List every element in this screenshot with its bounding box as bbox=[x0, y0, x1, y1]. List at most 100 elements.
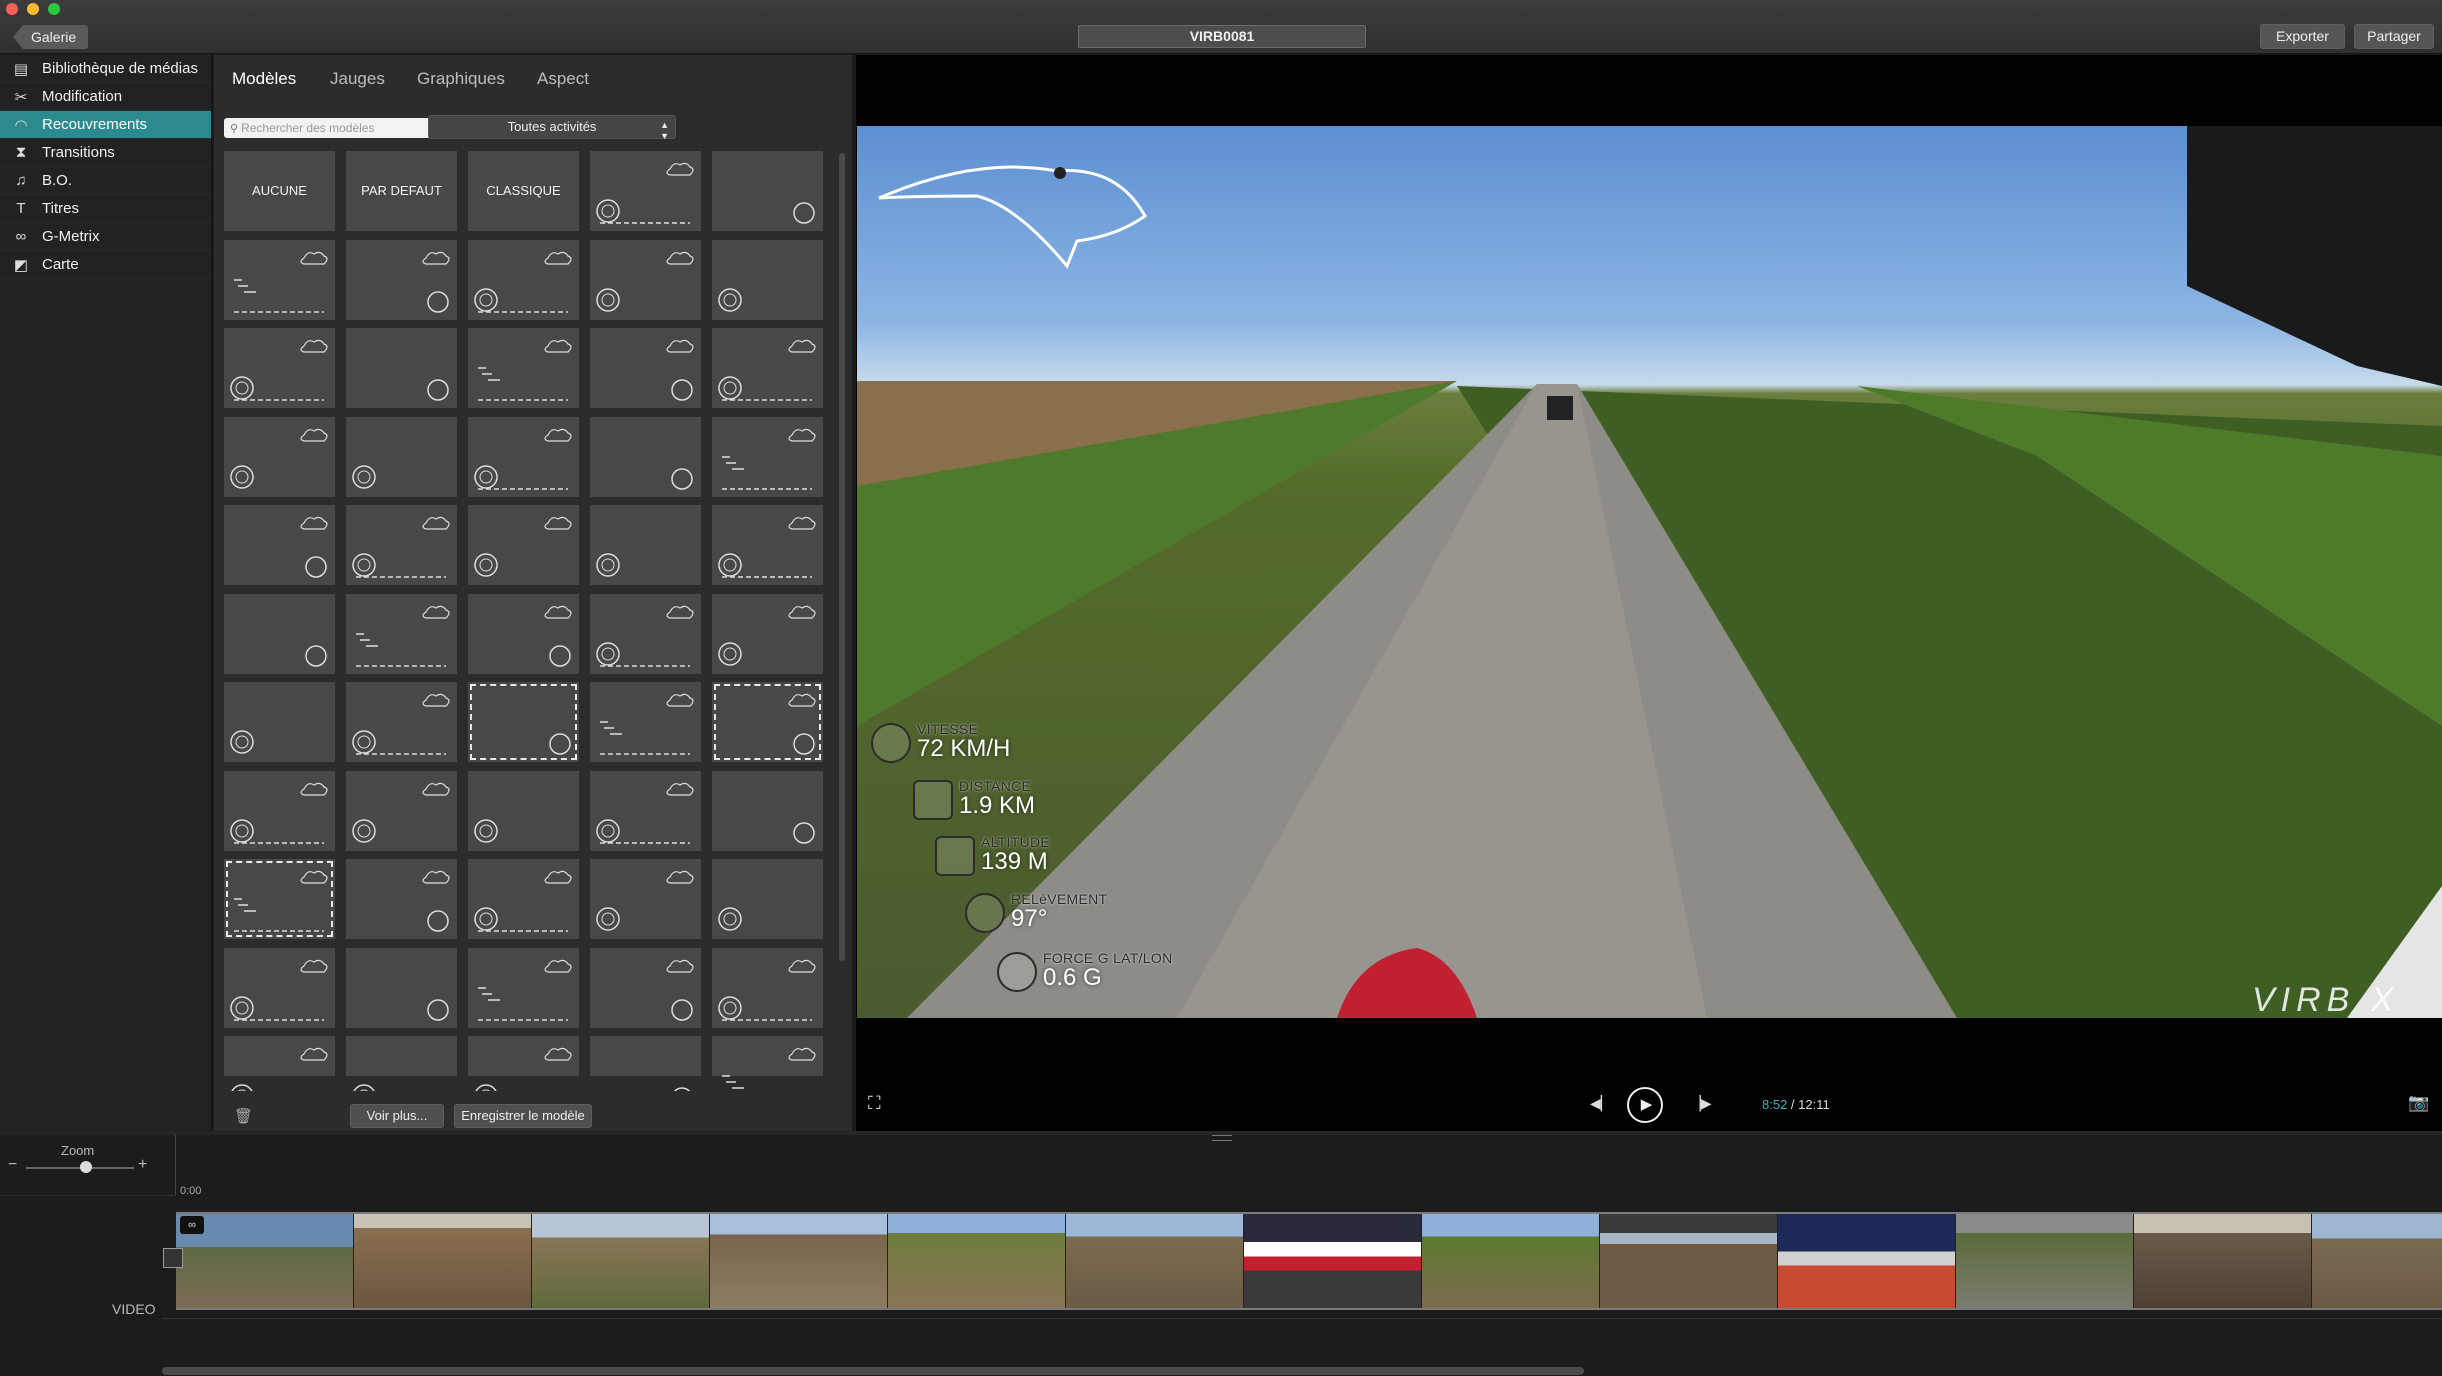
template-tile[interactable] bbox=[590, 239, 701, 320]
template-tile[interactable] bbox=[346, 416, 457, 497]
template-tile[interactable] bbox=[468, 859, 579, 939]
template-tile[interactable] bbox=[712, 239, 823, 320]
camera-icon[interactable]: 📷 bbox=[2408, 1093, 2429, 1113]
clip-trim-handle[interactable] bbox=[163, 1248, 183, 1268]
save-template-button[interactable]: Enregistrer le modèle bbox=[454, 1104, 592, 1128]
gps-track-overlay bbox=[878, 165, 1147, 269]
tab-appearance[interactable]: Aspect bbox=[537, 69, 589, 89]
template-tile[interactable] bbox=[346, 328, 457, 408]
see-more-button[interactable]: Voir plus... bbox=[350, 1104, 444, 1128]
template-search-input[interactable] bbox=[241, 121, 422, 135]
template-tile[interactable] bbox=[590, 151, 701, 231]
template-tile[interactable] bbox=[346, 593, 457, 674]
zoom-out-button[interactable]: − bbox=[8, 1156, 17, 1174]
document-title-field[interactable]: VIRB0081 bbox=[1078, 25, 1366, 48]
sidebar-item-overlays[interactable]: ◠ Recouvrements bbox=[0, 111, 211, 139]
template-tile[interactable] bbox=[712, 593, 823, 674]
template-tile[interactable] bbox=[346, 770, 457, 851]
trash-icon[interactable]: 🗑 bbox=[234, 1107, 253, 1125]
sidebar-item-media-library[interactable]: ▤ Bibliothèque de médias bbox=[0, 55, 211, 83]
template-tile[interactable] bbox=[468, 770, 579, 851]
template-tile[interactable] bbox=[712, 151, 823, 231]
template-tile[interactable] bbox=[590, 947, 701, 1028]
sidebar-item-label: Bibliothèque de médias bbox=[42, 60, 198, 77]
template-tile[interactable]: AUCUNE bbox=[224, 151, 335, 231]
template-tile[interactable] bbox=[346, 682, 457, 762]
template-tile[interactable] bbox=[224, 682, 335, 762]
template-tile[interactable] bbox=[712, 416, 823, 497]
minimize-window-button[interactable] bbox=[27, 3, 39, 15]
template-tile[interactable] bbox=[468, 505, 579, 585]
maximize-window-button[interactable] bbox=[48, 3, 60, 15]
template-tile[interactable] bbox=[224, 416, 335, 497]
template-tile[interactable] bbox=[346, 239, 457, 320]
export-button[interactable]: Exporter bbox=[2260, 24, 2345, 49]
video-clip[interactable] bbox=[176, 1212, 2442, 1310]
template-tile[interactable] bbox=[468, 593, 579, 674]
template-tile[interactable] bbox=[712, 682, 823, 762]
sidebar-item-soundtrack[interactable]: ♫ B.O. bbox=[0, 167, 211, 195]
template-tile[interactable] bbox=[590, 328, 701, 408]
template-tile[interactable] bbox=[346, 947, 457, 1028]
template-tile[interactable] bbox=[224, 239, 335, 320]
template-search[interactable]: ⚲ bbox=[224, 118, 432, 138]
activity-filter-select[interactable]: Toutes activités ▲ ▼ bbox=[428, 115, 676, 141]
template-tile[interactable] bbox=[590, 1036, 701, 1091]
sidebar-item-gmetrix[interactable]: ∞ G-Metrix bbox=[0, 223, 211, 251]
template-tile[interactable] bbox=[590, 682, 701, 762]
template-tile[interactable] bbox=[712, 328, 823, 408]
sidebar-item-map[interactable]: ◩ Carte bbox=[0, 251, 211, 279]
play-button[interactable]: ▶ bbox=[1627, 1087, 1663, 1123]
gauge-preview-icon bbox=[474, 870, 572, 932]
template-tile[interactable] bbox=[712, 770, 823, 851]
template-tile[interactable] bbox=[224, 947, 335, 1028]
template-tile[interactable] bbox=[468, 682, 579, 762]
template-tile[interactable] bbox=[224, 593, 335, 674]
template-tile[interactable]: PAR DEFAUT bbox=[346, 151, 457, 231]
template-tile[interactable] bbox=[468, 416, 579, 497]
gauge-preview-icon bbox=[300, 516, 328, 578]
template-tile[interactable] bbox=[224, 505, 335, 585]
timeline-scrollbar[interactable] bbox=[162, 1367, 1584, 1375]
template-tile[interactable] bbox=[346, 859, 457, 939]
template-tile[interactable] bbox=[346, 1036, 457, 1091]
share-button[interactable]: Partager bbox=[2354, 24, 2434, 49]
sidebar-item-titles[interactable]: T Titres bbox=[0, 195, 211, 223]
timeline-ruler[interactable]: 0:00 bbox=[175, 1135, 2442, 1197]
previous-frame-button[interactable]: ◀▏ bbox=[1590, 1095, 1612, 1112]
template-grid-scrollbar[interactable] bbox=[839, 153, 845, 961]
tab-gauges[interactable]: Jauges bbox=[330, 69, 385, 89]
template-tile[interactable] bbox=[712, 947, 823, 1028]
template-tile[interactable] bbox=[224, 1036, 335, 1091]
template-tile[interactable] bbox=[590, 859, 701, 939]
template-tile[interactable] bbox=[468, 1036, 579, 1091]
gauge-preview-icon bbox=[474, 251, 572, 313]
fullscreen-icon[interactable]: ⛶ bbox=[868, 1093, 881, 1114]
template-tile[interactable] bbox=[224, 328, 335, 408]
template-tile[interactable] bbox=[468, 947, 579, 1028]
template-tile[interactable] bbox=[590, 770, 701, 851]
template-tile[interactable] bbox=[590, 505, 701, 585]
zoom-slider-thumb[interactable] bbox=[80, 1161, 92, 1173]
close-window-button[interactable] bbox=[6, 3, 18, 15]
gallery-back-button[interactable]: Galerie bbox=[13, 25, 89, 49]
tab-templates[interactable]: Modèles bbox=[232, 69, 296, 89]
sidebar-item-editing[interactable]: ✂ Modification bbox=[0, 83, 211, 111]
template-tile[interactable] bbox=[224, 770, 335, 851]
template-tile[interactable] bbox=[712, 859, 823, 939]
template-tile[interactable] bbox=[224, 859, 335, 939]
next-frame-button[interactable]: ▕▶ bbox=[1690, 1095, 1712, 1112]
template-tile[interactable]: CLASSIQUE bbox=[468, 151, 579, 231]
tab-graphs[interactable]: Graphiques bbox=[417, 69, 505, 89]
template-tile[interactable] bbox=[590, 416, 701, 497]
template-tile[interactable] bbox=[468, 328, 579, 408]
zoom-in-button[interactable]: + bbox=[138, 1156, 147, 1174]
template-tile[interactable] bbox=[346, 505, 457, 585]
template-tile[interactable] bbox=[590, 593, 701, 674]
video-frame[interactable]: VITESSE 72 KM/H DISTANCE 1.9 KM ALTITUDE… bbox=[857, 126, 2442, 1018]
template-tile[interactable] bbox=[712, 505, 823, 585]
sidebar-item-transitions[interactable]: ⧗ Transitions bbox=[0, 139, 211, 167]
gauge-preview-icon bbox=[718, 287, 742, 312]
template-tile[interactable] bbox=[468, 239, 579, 320]
template-tile[interactable] bbox=[712, 1036, 823, 1089]
